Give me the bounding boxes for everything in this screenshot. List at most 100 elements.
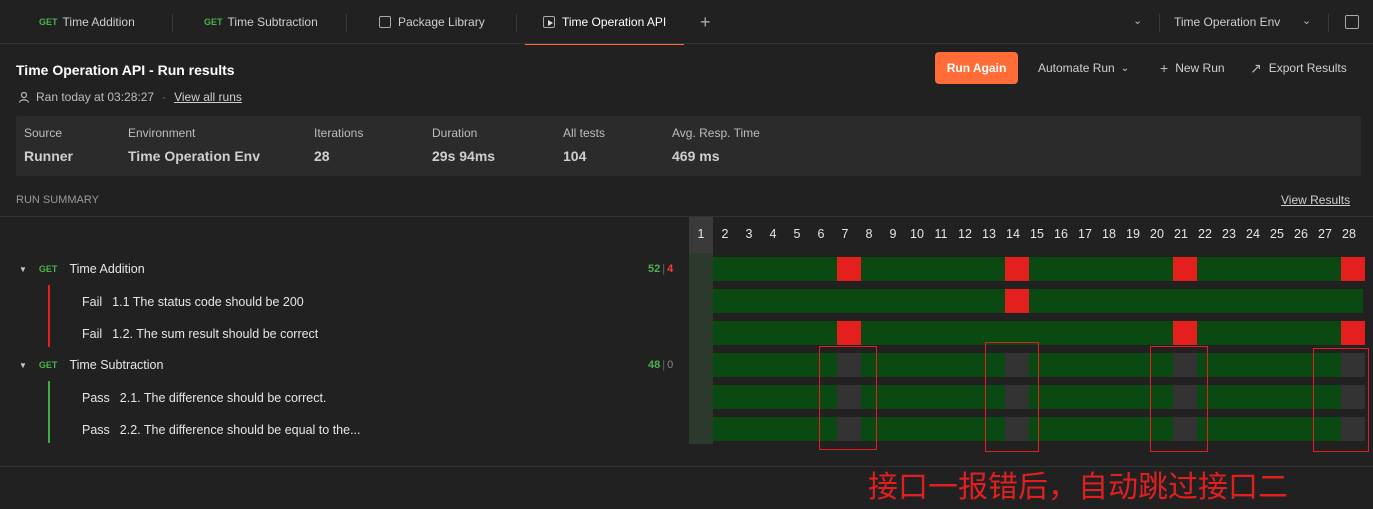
iteration-number[interactable]: 8 bbox=[857, 227, 881, 241]
new-run-label: New Run bbox=[1175, 61, 1225, 75]
package-icon bbox=[379, 16, 391, 28]
tab-divider bbox=[516, 14, 517, 32]
iteration-number[interactable]: 20 bbox=[1145, 227, 1169, 241]
iteration-number[interactable]: 5 bbox=[785, 227, 809, 241]
annotation-box bbox=[985, 342, 1039, 452]
stat-value: 104 bbox=[563, 148, 587, 164]
export-results-button[interactable]: ↗ Export Results bbox=[1250, 52, 1347, 84]
automate-run-button[interactable]: Automate Run ⌄ bbox=[1038, 52, 1129, 84]
iteration-number[interactable]: 22 bbox=[1193, 227, 1217, 241]
request-row-time-subtraction[interactable]: ▼ GET Time Subtraction bbox=[0, 355, 163, 375]
tab-divider bbox=[1159, 14, 1160, 32]
tab-time-subtraction[interactable]: GET Time Subtraction bbox=[204, 0, 318, 44]
test-row: Pass 2.1. The difference should be corre… bbox=[82, 388, 326, 408]
annotation-text: 接口一报错后，自动跳过接口二 bbox=[868, 470, 1288, 505]
stat-all-tests: All tests 104 bbox=[563, 126, 605, 164]
environment-quick-look-icon[interactable] bbox=[1345, 15, 1359, 29]
test-name: 1.1 The status code should be 200 bbox=[112, 295, 304, 309]
tabs-chevron-down-icon[interactable]: ⌄ bbox=[1133, 14, 1142, 27]
iteration-number[interactable]: 16 bbox=[1049, 227, 1073, 241]
test-name: 2.1. The difference should be correct. bbox=[119, 391, 327, 405]
export-icon: ↗ bbox=[1250, 59, 1262, 76]
iteration-number[interactable]: 23 bbox=[1217, 227, 1241, 241]
request-row-time-addition[interactable]: ▼ GET Time Addition bbox=[0, 259, 145, 279]
fail-cell[interactable] bbox=[1341, 257, 1365, 281]
test-name: 2.2. The difference should be equal to t… bbox=[119, 423, 361, 437]
iteration-number[interactable]: 14 bbox=[1001, 227, 1025, 241]
tab-package-library[interactable]: Package Library bbox=[379, 0, 485, 44]
request-name: Time Addition bbox=[69, 262, 145, 276]
iteration-number[interactable]: 28 bbox=[1337, 227, 1361, 241]
fail-count: 4 bbox=[667, 263, 674, 275]
tab-divider bbox=[1328, 14, 1329, 32]
stat-label: Duration bbox=[432, 126, 478, 140]
fail-cell[interactable] bbox=[837, 257, 861, 281]
stat-avg-resp-time: Avg. Resp. Time 469 ms bbox=[672, 126, 760, 164]
view-results-link[interactable]: View Results bbox=[1281, 193, 1350, 207]
iteration-number[interactable]: 19 bbox=[1121, 227, 1145, 241]
pass-count: 52 bbox=[648, 263, 661, 275]
iteration-number[interactable]: 17 bbox=[1073, 227, 1097, 241]
annotation-box bbox=[819, 346, 877, 450]
iteration-number[interactable]: 4 bbox=[761, 227, 785, 241]
iteration-number[interactable]: 7 bbox=[833, 227, 857, 241]
tab-label: Time Addition bbox=[62, 15, 135, 29]
method-badge: GET bbox=[38, 264, 58, 274]
iteration-number[interactable]: 9 bbox=[881, 227, 905, 241]
environment-label: Time Operation Env bbox=[1174, 15, 1281, 29]
result-row-test-1-1 bbox=[713, 289, 1363, 313]
iteration-number[interactable]: 1 bbox=[689, 227, 713, 241]
iteration-number[interactable]: 27 bbox=[1313, 227, 1337, 241]
stat-value: 29s 94ms bbox=[432, 148, 496, 164]
stat-value: Runner bbox=[24, 148, 73, 164]
iteration-number[interactable]: 2 bbox=[713, 227, 737, 241]
run-summary-label: RUN SUMMARY bbox=[16, 194, 99, 206]
iteration-number[interactable]: 13 bbox=[977, 227, 1001, 241]
environment-chevron-down-icon[interactable]: ⌄ bbox=[1302, 14, 1311, 27]
iteration-number[interactable]: 15 bbox=[1025, 227, 1049, 241]
iteration-number[interactable]: 21 bbox=[1169, 227, 1193, 241]
test-row: Pass 2.2. The difference should be equal… bbox=[82, 420, 360, 440]
automate-run-label: Automate Run bbox=[1038, 61, 1115, 75]
run-again-button[interactable]: Run Again bbox=[935, 52, 1018, 84]
iteration-number[interactable]: 24 bbox=[1241, 227, 1265, 241]
iteration-number[interactable]: 6 bbox=[809, 227, 833, 241]
stat-environment: Environment Time Operation Env bbox=[128, 126, 260, 164]
caret-down-icon[interactable]: ▼ bbox=[19, 265, 27, 274]
test-row: Fail 1.2. The sum result should be corre… bbox=[82, 324, 318, 344]
pass-indicator-line bbox=[48, 381, 50, 443]
test-name: 1.2. The sum result should be correct bbox=[112, 327, 319, 341]
iteration-number[interactable]: 25 bbox=[1265, 227, 1289, 241]
environment-selector[interactable]: Time Operation Env bbox=[1174, 0, 1280, 44]
new-run-button[interactable]: + New Run bbox=[1160, 52, 1225, 84]
fail-cell[interactable] bbox=[1173, 321, 1197, 345]
request-name: Time Subtraction bbox=[69, 358, 164, 372]
chevron-down-icon: ⌄ bbox=[1120, 62, 1130, 74]
fail-cell[interactable] bbox=[1173, 257, 1197, 281]
tab-time-operation-api[interactable]: Time Operation API bbox=[524, 0, 685, 45]
method-badge: GET bbox=[38, 360, 58, 370]
annotation-box bbox=[1150, 346, 1208, 452]
caret-down-icon[interactable]: ▼ bbox=[19, 361, 27, 370]
fail-cell[interactable] bbox=[837, 321, 861, 345]
fail-cell[interactable] bbox=[1005, 289, 1029, 313]
view-all-runs-link[interactable]: View all runs bbox=[174, 90, 242, 104]
stat-source: Source Runner bbox=[24, 126, 73, 164]
new-tab-plus-icon[interactable]: + bbox=[700, 12, 711, 33]
fail-cell[interactable] bbox=[1341, 321, 1365, 345]
separator-dot: · bbox=[162, 90, 167, 104]
iteration-number[interactable]: 3 bbox=[737, 227, 761, 241]
pass-count: 48 bbox=[648, 359, 661, 371]
tab-time-addition[interactable]: GET Time Addition bbox=[39, 0, 135, 44]
fail-indicator-line bbox=[48, 285, 50, 347]
iteration-number[interactable]: 18 bbox=[1097, 227, 1121, 241]
test-row: Fail 1.1 The status code should be 200 bbox=[82, 292, 304, 312]
iteration-number[interactable]: 26 bbox=[1289, 227, 1313, 241]
iteration-number[interactable]: 11 bbox=[929, 227, 953, 241]
iteration-number[interactable]: 10 bbox=[905, 227, 929, 241]
iteration-number[interactable]: 12 bbox=[953, 227, 977, 241]
stat-duration: Duration 29s 94ms bbox=[432, 126, 495, 164]
fail-cell[interactable] bbox=[1005, 257, 1029, 281]
page-title: Time Operation API - Run results bbox=[16, 62, 235, 78]
tab-divider bbox=[172, 14, 173, 32]
